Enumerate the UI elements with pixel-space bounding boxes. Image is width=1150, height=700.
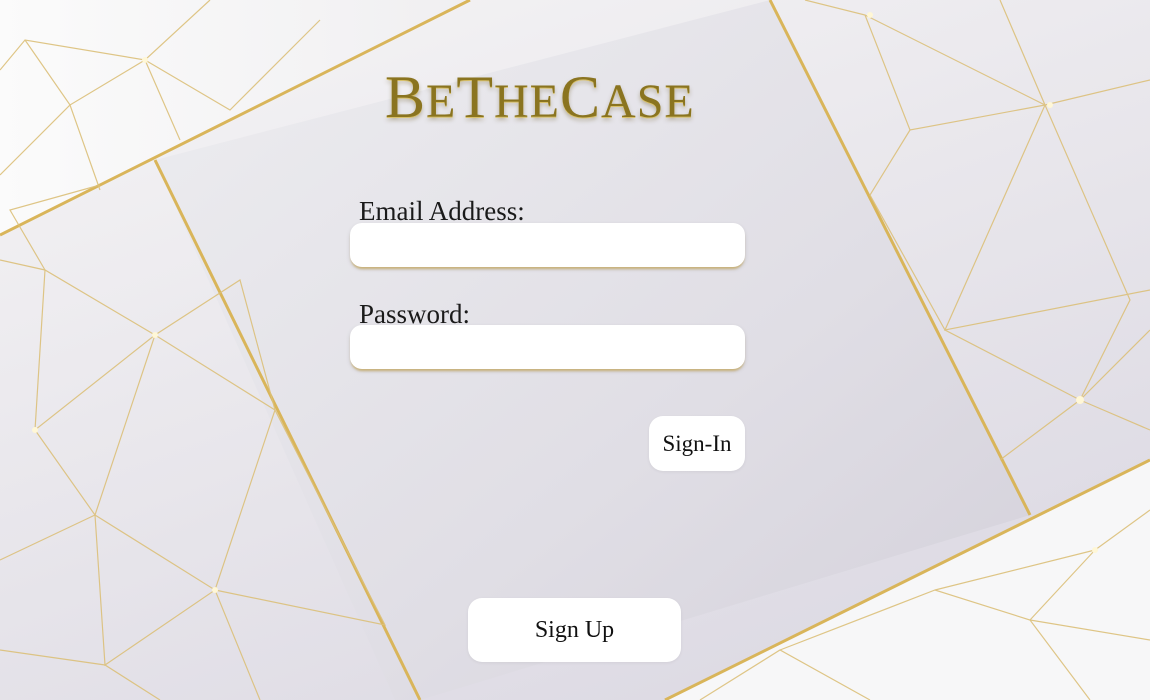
brand-logo: BETHECASE xyxy=(385,64,695,130)
email-label: Email Address: xyxy=(359,196,525,226)
email-field[interactable] xyxy=(350,223,745,267)
password-field[interactable] xyxy=(350,325,745,369)
sign-up-button[interactable]: Sign Up xyxy=(468,598,681,662)
sign-in-button[interactable]: Sign-In xyxy=(649,416,745,471)
